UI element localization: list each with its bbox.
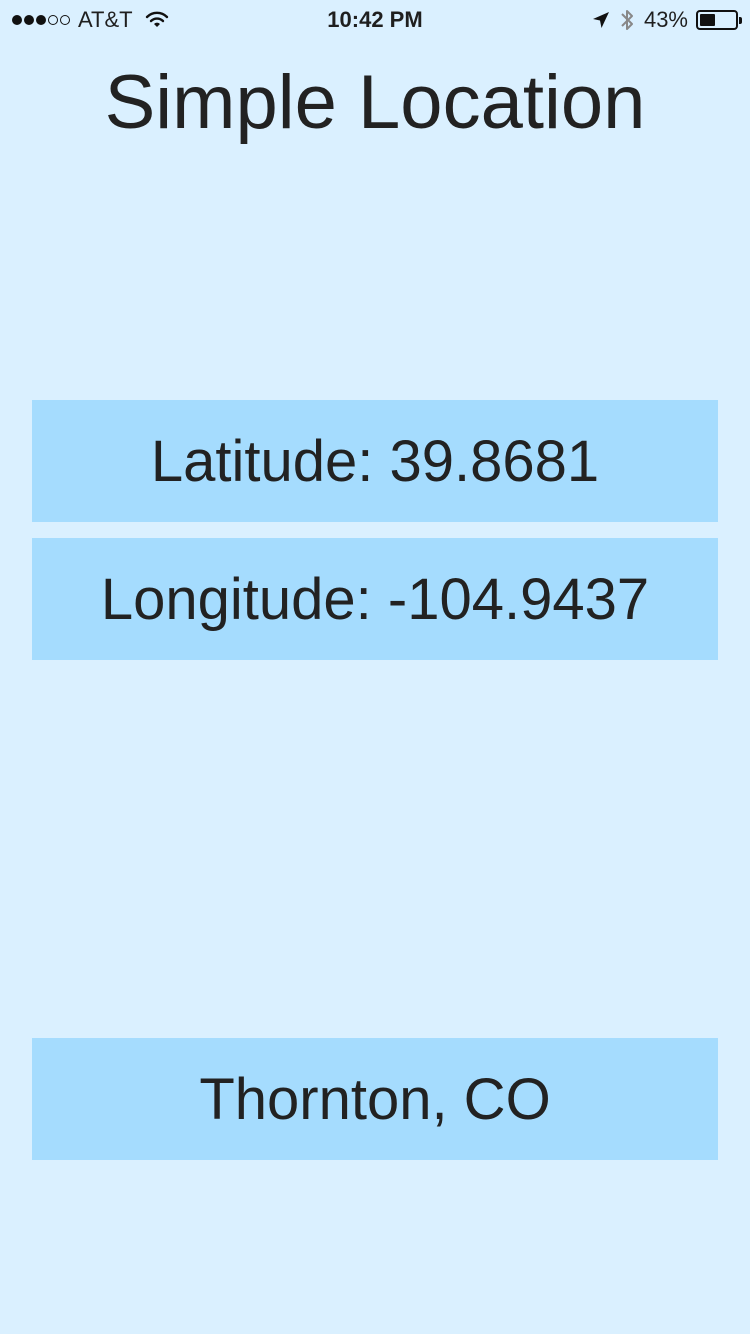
status-bar: AT&T 10:42 PM 43% bbox=[0, 0, 750, 40]
status-right: 43% bbox=[592, 7, 742, 33]
battery-level-fill bbox=[700, 14, 715, 26]
latitude-label: Latitude: 39.8681 bbox=[150, 428, 600, 494]
longitude-box: Longitude: -104.9437 bbox=[32, 538, 718, 660]
battery-icon bbox=[696, 10, 742, 30]
place-label: Thornton, CO bbox=[199, 1066, 551, 1132]
place-box: Thornton, CO bbox=[32, 1038, 718, 1160]
battery-nub bbox=[739, 17, 742, 24]
battery-percent: 43% bbox=[643, 7, 688, 32]
latitude-box: Latitude: 39.8681 bbox=[32, 400, 718, 522]
bluetooth-icon bbox=[620, 8, 634, 32]
longitude-label: Longitude: -104.9437 bbox=[100, 566, 650, 632]
location-arrow-icon bbox=[592, 11, 610, 29]
page-title: Simple Location bbox=[104, 60, 646, 145]
